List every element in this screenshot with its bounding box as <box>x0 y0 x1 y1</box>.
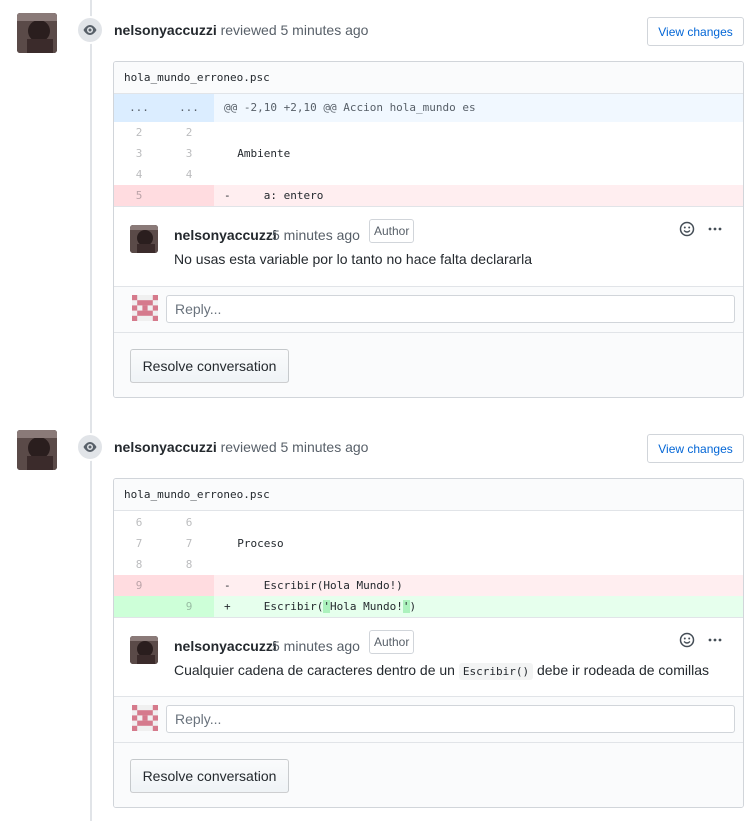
reply-input[interactable] <box>166 295 735 323</box>
old-line-number[interactable]: 3 <box>114 143 164 164</box>
word-diff-highlight: ' <box>323 600 330 613</box>
old-line-number[interactable]: 9 <box>114 575 164 596</box>
identicon-avatar <box>132 295 158 321</box>
inline-code: Escribir() <box>458 663 534 680</box>
review-action: reviewed 5 minutes ago <box>220 22 369 38</box>
new-line-number[interactable] <box>164 185 214 206</box>
code-text: Proceso <box>224 537 284 550</box>
old-line-number[interactable]: 7 <box>114 533 164 554</box>
code-text: - a: entero <box>214 185 743 206</box>
new-line-number[interactable]: 2 <box>164 122 214 143</box>
code-text: Ambiente <box>224 147 291 160</box>
reply-input[interactable] <box>166 705 735 733</box>
new-line-number[interactable]: 7 <box>164 533 214 554</box>
kebab-horizontal-icon[interactable] <box>705 219 725 239</box>
comment-body: Cualquier cadena de caracteres dentro de… <box>174 662 709 680</box>
comment-avatar[interactable] <box>130 225 158 253</box>
diff-line: 4 4 <box>114 164 743 185</box>
review-thread: hola_mundo_erroneo.psc ... ... @@ -2,10 … <box>113 61 744 398</box>
old-line-number[interactable] <box>114 596 164 617</box>
diff-line: 6 6 <box>114 512 743 533</box>
resolve-row: Resolve conversation <box>114 332 743 397</box>
hunk-expand-right[interactable]: ... <box>164 94 214 122</box>
comment-timestamp[interactable]: 5 minutes ago <box>272 638 360 654</box>
old-line-number[interactable]: 6 <box>114 512 164 533</box>
comment-timestamp[interactable]: 5 minutes ago <box>272 227 360 243</box>
diff-line-added: 9 + Escribir('Hola Mundo!') <box>114 596 743 617</box>
reviewer-avatar[interactable] <box>17 13 57 53</box>
resolve-conversation-button[interactable]: Resolve conversation <box>130 759 289 793</box>
review-author[interactable]: nelsonyaccuzzi <box>114 439 217 455</box>
new-line-number[interactable]: 3 <box>164 143 214 164</box>
review-item: nelsonyaccuzzi reviewed 5 minutes ago Vi… <box>0 0 756 400</box>
diff-line: 8 8 <box>114 554 743 575</box>
author-badge: Author <box>369 630 415 654</box>
comment-body-text: debe ir rodeada de comillas <box>536 662 709 678</box>
comment-avatar[interactable] <box>130 636 158 664</box>
file-path[interactable]: hola_mundo_erroneo.psc <box>114 62 743 94</box>
diff-line-deleted: 9 - Escribir(Hola Mundo!) <box>114 575 743 596</box>
new-line-number[interactable]: 9 <box>164 596 214 617</box>
file-path[interactable]: hola_mundo_erroneo.psc <box>114 479 743 511</box>
diff-line: 2 2 <box>114 122 743 143</box>
review-thread: hola_mundo_erroneo.psc 6 6 7 7 Proceso 8… <box>113 478 744 808</box>
review-comment: nelsonyaccuzzi 5 minutes ago Author Cual… <box>114 617 743 696</box>
diff-line: 7 7 Proceso <box>114 533 743 554</box>
diff-line: 3 3 Ambiente <box>114 143 743 164</box>
review-action: reviewed 5 minutes ago <box>220 439 369 455</box>
old-line-number[interactable]: 8 <box>114 554 164 575</box>
review-comment: nelsonyaccuzzi 5 minutes ago Author No u… <box>114 206 743 286</box>
review-title: nelsonyaccuzzi reviewed 5 minutes ago <box>114 439 368 455</box>
smiley-icon[interactable] <box>677 630 697 650</box>
comment-body-text: Cualquier cadena de caracteres dentro de… <box>174 662 455 678</box>
review-author[interactable]: nelsonyaccuzzi <box>114 22 217 38</box>
old-line-number[interactable]: 4 <box>114 164 164 185</box>
review-header: nelsonyaccuzzi reviewed 5 minutes ago Vi… <box>0 417 756 470</box>
diff-line-deleted: 5 - a: entero <box>114 185 743 206</box>
hunk-text: @@ -2,10 +2,10 @@ Accion hola_mundo es <box>214 94 743 122</box>
comment-author[interactable]: nelsonyaccuzzi <box>174 638 277 654</box>
review-header: nelsonyaccuzzi reviewed 5 minutes ago Vi… <box>0 0 756 53</box>
view-changes-button[interactable]: View changes <box>647 17 744 46</box>
kebab-horizontal-icon[interactable] <box>705 630 725 650</box>
smiley-icon[interactable] <box>677 219 697 239</box>
reply-row <box>114 696 743 742</box>
new-line-number[interactable]: 4 <box>164 164 214 185</box>
eye-icon <box>76 16 104 44</box>
author-badge: Author <box>369 219 415 243</box>
reply-row <box>114 286 743 332</box>
code-text: - Escribir(Hola Mundo!) <box>214 575 743 596</box>
diff-hunk-header: ... ... @@ -2,10 +2,10 @@ Accion hola_mu… <box>114 94 743 122</box>
new-line-number[interactable] <box>164 575 214 596</box>
resolve-row: Resolve conversation <box>114 742 743 807</box>
identicon-avatar <box>132 705 158 731</box>
comment-body: No usas esta variable por lo tanto no ha… <box>174 251 532 267</box>
reviewer-avatar[interactable] <box>17 430 57 470</box>
review-item: nelsonyaccuzzi reviewed 5 minutes ago Vi… <box>0 417 756 821</box>
comment-author[interactable]: nelsonyaccuzzi <box>174 227 277 243</box>
new-line-number[interactable]: 6 <box>164 512 214 533</box>
old-line-number[interactable]: 2 <box>114 122 164 143</box>
review-title: nelsonyaccuzzi reviewed 5 minutes ago <box>114 22 368 38</box>
view-changes-button[interactable]: View changes <box>647 434 744 463</box>
word-diff-highlight: ' <box>402 600 410 613</box>
new-line-number[interactable]: 8 <box>164 554 214 575</box>
code-text: + Escribir('Hola Mundo!') <box>214 596 743 617</box>
eye-icon <box>76 433 104 461</box>
resolve-conversation-button[interactable]: Resolve conversation <box>130 349 289 383</box>
hunk-expand-left[interactable]: ... <box>114 94 164 122</box>
old-line-number[interactable]: 5 <box>114 185 164 206</box>
